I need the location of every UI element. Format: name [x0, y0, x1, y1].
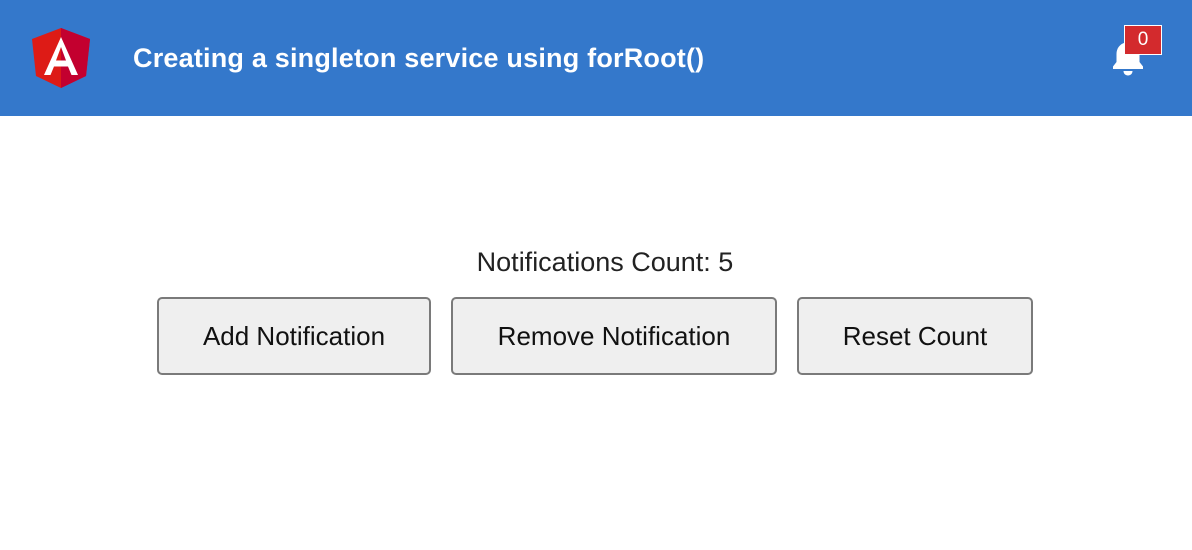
notifications-count: Notifications Count: 5	[476, 247, 734, 277]
app-header: Creating a singleton service using forRo…	[0, 0, 1192, 116]
add-notification-button[interactable]: Add Notification	[157, 297, 431, 375]
page-title: Creating a singleton service using forRo…	[133, 43, 705, 73]
notification-badge: 0	[1124, 25, 1162, 55]
remove-notification-button[interactable]: Remove Notification	[451, 297, 777, 375]
angular-logo-icon	[32, 28, 90, 88]
reset-count-button[interactable]: Reset Count	[797, 297, 1033, 375]
